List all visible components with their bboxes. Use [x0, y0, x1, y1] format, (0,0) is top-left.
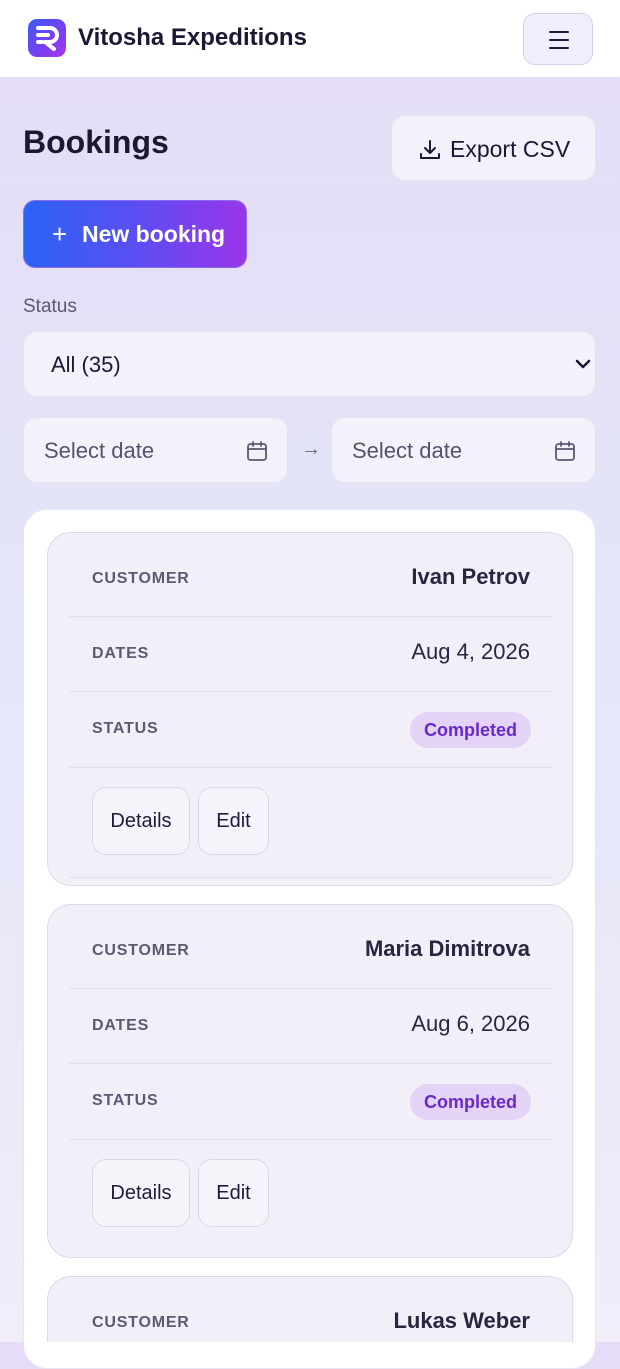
status-label: STATUS — [92, 720, 159, 737]
status-badge: Completed — [409, 712, 531, 748]
hamburger-icon — [549, 31, 569, 33]
customer-row: CUSTOMER Maria Dimitrova — [69, 913, 553, 989]
edit-button[interactable]: Edit — [198, 1159, 269, 1227]
date-to-placeholder: Select date — [352, 438, 463, 463]
customer-name: Ivan Petrov — [411, 564, 530, 589]
dates-row: DATES Aug 6, 2026 — [69, 988, 553, 1064]
plus-icon: + — [52, 219, 68, 249]
details-button[interactable]: Details — [92, 1159, 190, 1227]
edit-button[interactable]: Edit — [198, 787, 269, 855]
menu-button[interactable] — [523, 13, 593, 65]
customer-name: Lukas Weber — [393, 1308, 530, 1333]
date-range-arrow: → — [301, 438, 321, 460]
calendar-icon — [247, 441, 267, 461]
dates-row: DATES Aug 4, 2026 — [69, 616, 553, 692]
customer-name: Maria Dimitrova — [364, 936, 530, 961]
status-select[interactable]: All (35) — [23, 331, 596, 397]
status-filter-label: Status — [23, 296, 77, 317]
details-button[interactable]: Details — [92, 787, 190, 855]
calendar-icon — [555, 441, 575, 461]
brand-name[interactable]: Vitosha Expeditions — [78, 24, 307, 52]
booking-dates: Aug 4, 2026 — [411, 639, 530, 664]
booking-card: CUSTOMER Lukas Weber — [47, 1276, 573, 1342]
status-row: STATUS Completed — [69, 1063, 553, 1140]
new-booking-button[interactable]: + New booking — [23, 200, 247, 268]
dates-label: DATES — [92, 645, 150, 662]
customer-label: CUSTOMER — [92, 570, 190, 587]
customer-row: CUSTOMER Lukas Weber — [69, 1285, 553, 1343]
hamburger-icon-line — [549, 47, 569, 49]
date-to-input[interactable]: Select date — [331, 417, 596, 483]
customer-row: CUSTOMER Ivan Petrov — [69, 541, 553, 617]
customer-label: CUSTOMER — [92, 942, 190, 959]
booking-dates: Aug 6, 2026 — [411, 1011, 530, 1036]
status-label: STATUS — [92, 1092, 159, 1109]
customer-label: CUSTOMER — [92, 1314, 190, 1331]
app-header: Vitosha Expeditions — [0, 0, 620, 78]
status-row: STATUS Completed — [69, 691, 553, 768]
booking-card: CUSTOMER Maria Dimitrova DATES Aug 6, 20… — [47, 904, 573, 1258]
booking-card: CUSTOMER Ivan Petrov DATES Aug 4, 2026 S… — [47, 532, 573, 886]
chevron-down-icon — [575, 359, 591, 369]
status-select-value: All (35) — [51, 352, 121, 377]
export-csv-button[interactable]: Export CSV — [391, 115, 596, 181]
card-divider — [69, 877, 553, 878]
new-booking-label: New booking — [82, 221, 226, 247]
dates-label: DATES — [92, 1017, 150, 1034]
export-csv-label: Export CSV — [450, 136, 571, 162]
page-title: Bookings — [23, 124, 169, 160]
hamburger-icon-line — [549, 39, 569, 41]
logo-icon[interactable] — [28, 19, 66, 57]
download-icon — [420, 140, 440, 159]
status-badge: Completed — [409, 1084, 531, 1120]
date-from-input[interactable]: Select date — [23, 417, 288, 483]
date-from-placeholder: Select date — [44, 438, 155, 463]
